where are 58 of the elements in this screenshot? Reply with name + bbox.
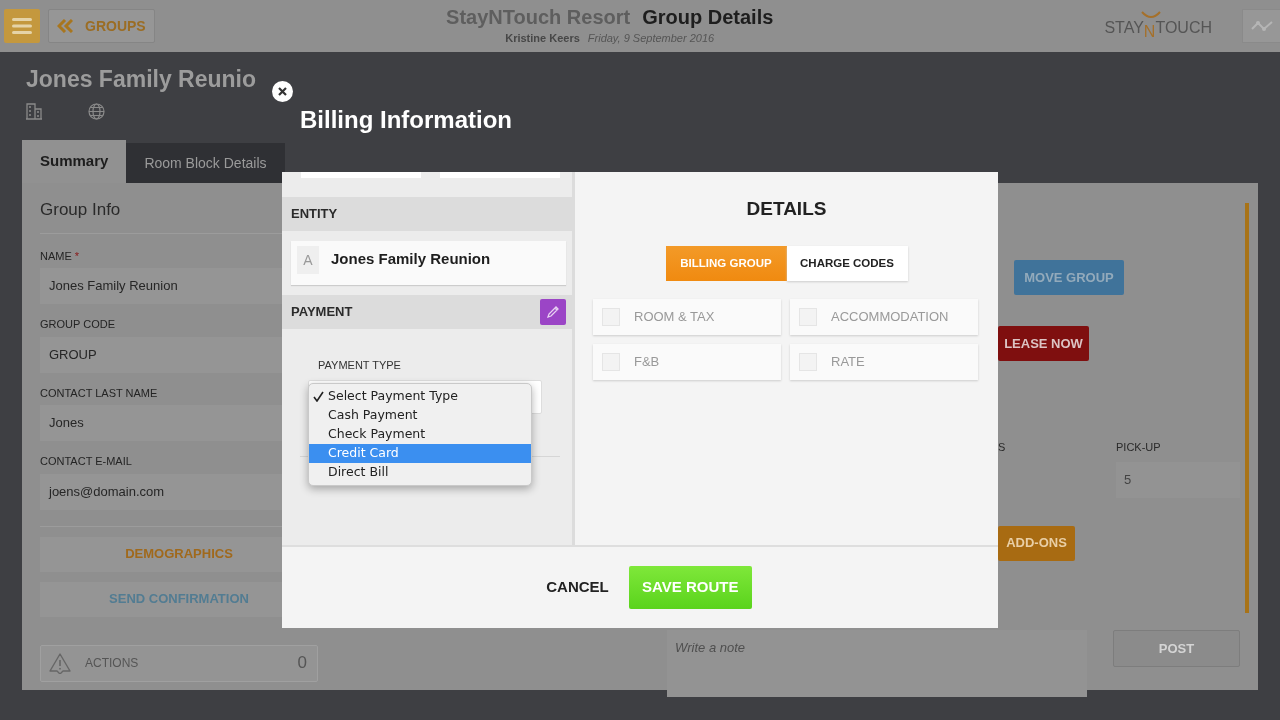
field-label: PAYMENT TYPE (318, 358, 402, 373)
toggle-tab[interactable]: CHARGE CODES (786, 246, 908, 281)
edit-button[interactable] (540, 299, 566, 325)
tab[interactable]: Summary (22, 140, 127, 183)
menu-button[interactable] (4, 9, 40, 43)
note-field[interactable]: Write a note (667, 630, 1087, 697)
dropdown-option[interactable]: Select Payment Type (309, 387, 531, 406)
logo: STAYNTOUCH (1104, 9, 1212, 43)
move-group-button[interactable]: MOVE GROUP (1014, 260, 1124, 295)
group-title: Jones Family Reunio (26, 65, 257, 94)
pencil-icon (546, 305, 560, 319)
line-chart-icon (1250, 20, 1273, 32)
pickup-field[interactable]: 5 (1116, 461, 1240, 498)
charge-option[interactable]: ACCOMMODATION (790, 299, 978, 335)
close-icon (278, 87, 287, 96)
entity-name: Jones Family Reunion (331, 249, 491, 269)
save-route-button[interactable]: SAVE ROUTE (628, 566, 752, 609)
charge-option[interactable]: RATE (790, 344, 978, 380)
date-field[interactable] (301, 172, 421, 178)
date-field[interactable] (440, 172, 560, 178)
option-label: RATE (831, 353, 865, 372)
field-label: NAME (40, 249, 72, 262)
double-chevron-icon (57, 19, 73, 33)
section-heading: DETAILS (746, 198, 827, 220)
analytics-button[interactable] (1242, 9, 1280, 43)
field-label: CONTACT LAST NAME (40, 386, 158, 399)
check-icon (313, 391, 324, 402)
release-button[interactable]: LEASE NOW (998, 326, 1089, 361)
actions-box[interactable]: ACTIONS 0 (40, 644, 318, 682)
user-name: Kristine Keers (505, 32, 580, 45)
close-button[interactable] (272, 81, 293, 102)
globe-icon (88, 102, 105, 120)
option-label: F&B (634, 353, 660, 372)
section-heading: PAYMENT (291, 303, 353, 322)
option-label: ACCOMMODATION (831, 308, 949, 327)
column-label: S (998, 440, 1007, 455)
menu-icon (12, 18, 32, 34)
field-label: CONTACT E-MAIL (40, 455, 132, 467)
page-title: Group Details (642, 6, 774, 29)
charge-option[interactable]: F&B (593, 344, 781, 380)
actions-label: ACTIONS (85, 655, 140, 672)
required-mark: * (74, 249, 80, 262)
entity-initial: A (297, 246, 319, 274)
entity-card[interactable]: A Jones Family Reunion (291, 241, 566, 285)
post-button[interactable]: POST (1113, 630, 1240, 667)
charge-option[interactable]: ROOM & TAX (593, 299, 781, 335)
cancel-button[interactable]: CANCEL (546, 576, 609, 599)
add-ons-button[interactable]: ADD-ONS (998, 525, 1075, 561)
toggle-tab[interactable]: BILLING GROUP (665, 246, 787, 281)
actions-count: 0 (297, 652, 307, 675)
building-icon (26, 102, 42, 120)
option-label: ROOM & TAX (634, 308, 715, 327)
modal-title: Billing Information (300, 105, 512, 135)
dropdown-option[interactable]: Credit Card (309, 444, 531, 463)
tab[interactable]: Room Block Details (126, 143, 285, 183)
warning-icon (49, 652, 71, 674)
field-label: GROUP CODE (40, 318, 115, 330)
field-label: PICK-UP (1116, 440, 1162, 455)
